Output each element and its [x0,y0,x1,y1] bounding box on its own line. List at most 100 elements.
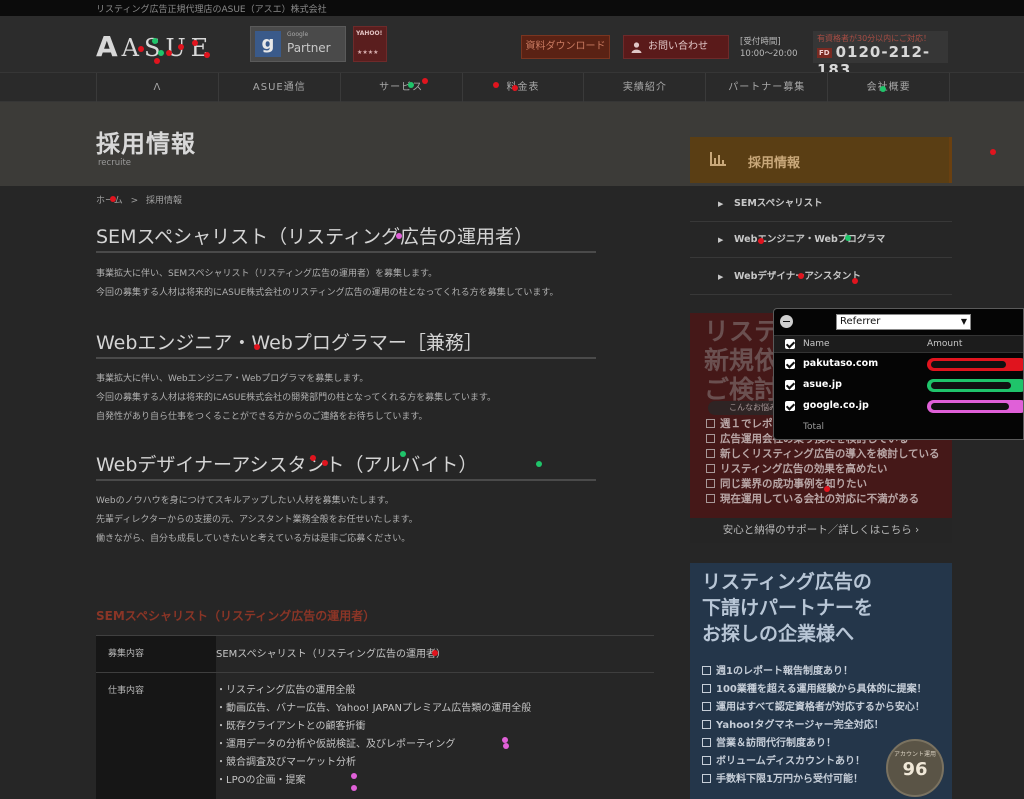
checklist-item: 同じ業界の成功事例を知りたい [706,477,940,492]
banner2-title-line: リスティング広告の [702,571,872,593]
heatmap-dot [310,455,316,461]
checklist-item-text: 営業＆訪問代行制度あり！ [716,738,836,749]
heatmap-dot [400,451,406,457]
heatmap-dot [824,486,830,492]
heatmap-dot [432,650,438,656]
paragraph-line: 事業拡大に伴い、SEMスペシャリスト（リスティング広告の運用者）を募集します。 [96,269,438,279]
breadcrumb-separator: > [130,196,139,206]
sidebar-link-web-engineer[interactable]: ▶ Webエンジニア・Webプログラマ [690,222,952,258]
checklist-item: 運用はすべて認定資格者が対応するから安心！ [702,699,927,717]
referrer-name: pakutaso.com [803,358,879,369]
phone-box[interactable]: 有資格者が30分以内にご対応！ FD 0120-212-183 [813,31,948,79]
nav-item-pricing[interactable]: 料金表 [461,73,584,102]
chevron-right-icon: ▶ [718,236,724,244]
contact-button[interactable]: お問い合わせ [623,35,729,59]
referrer-row: google.co.jp [774,396,1023,417]
select-all-checkbox[interactable] [785,339,795,349]
breadcrumb: ホーム > 採用情報 [96,193,182,206]
asue-mark-icon: Λ [153,82,162,93]
nav-item-partner[interactable]: パートナー募集 [705,73,827,102]
nav-item-works[interactable]: 実績紹介 [583,73,705,102]
logo-text: ASUE [121,34,214,62]
section-body-web-designer: Webのノウハウを身につけてスキルアップしたい人材を募集いたします。 先輩ディレ… [96,492,418,549]
sidebar-link-label: Webエンジニア・Webプログラマ [734,234,886,245]
referrer-amount-bar [927,379,1023,392]
referrer-name: google.co.jp [803,400,869,411]
chart-icon [710,152,726,166]
checklist-item-text: リスティング広告の効果を高めたい [720,463,888,475]
page-title: 採用情報 [96,130,196,158]
duty-item: ・LPOの企画・提案 [216,775,306,786]
checklist-item-text: 手数料下限1万円から受付可能！ [716,774,863,785]
heatmap-dot [990,149,996,155]
nav-home[interactable]: Λ [96,73,218,102]
metric-select[interactable]: Referrer ▼ [836,314,971,330]
google-partner-badge: g Google Partner [250,26,346,62]
page-subtitle: recruite [98,158,132,168]
banner2-title-line: 下請けパートナーを [702,597,874,619]
site-header: A ASUE g Google Partner YAHOO! ★★★★ 資料ダウン… [0,16,1024,79]
checklist-item: Yahoo!タグマネージャー完全対応！ [702,717,927,735]
heatmap-dot [408,82,414,88]
referrer-amount-fill [931,361,1006,368]
person-icon [631,42,642,53]
checklist-item: 新しくリスティング広告の導入を検討している [706,447,940,462]
section-divider [96,251,596,253]
checkbox-icon [706,494,715,503]
table-value-duties: ・リスティング広告の運用全般 ・動画広告、バナー広告、Yahoo! JAPANプ… [216,682,654,790]
yahoo-badge-line2: ★★★★ [357,49,379,56]
heatmap-dot [798,273,804,279]
checklist-item-text: Yahoo!タグマネージャー完全対応！ [716,720,884,731]
heatmap-dot [852,278,858,284]
banner1-footer-link[interactable]: 安心と納得のサポート／詳しくはこちら › [690,518,952,543]
referrer-name: asue.jp [803,379,842,390]
sidebar-link-web-designer[interactable]: ▶ Webデザイナーアシスタント [690,259,952,295]
nav-item-company[interactable]: 会社概要 [827,73,951,102]
checklist-item-text: 運用はすべて認定資格者が対応するから安心！ [716,702,925,713]
nav-item-asue-news[interactable]: ASUE通信 [217,73,340,102]
heatmap-dot [351,773,357,779]
referrer-row: pakutaso.com [774,354,1023,375]
paragraph-line: 自発性があり自ら仕事をつくることができる方からのご連絡をお待ちしています。 [96,412,428,422]
sidebar-link-label: SEMスペシャリスト [734,198,823,209]
referrer-checkbox[interactable] [785,359,795,369]
heatmap-dot [158,50,164,56]
sidebar-link-sem[interactable]: ▶ SEMスペシャリスト [690,186,952,222]
duty-item: ・リスティング広告の運用全般 [216,685,356,696]
checkbox-icon [702,684,711,693]
checkbox-icon [706,479,715,488]
breadcrumb-current: 採用情報 [146,196,183,206]
heatmap-dot [351,785,357,791]
referrer-checkbox[interactable] [785,401,795,411]
download-button[interactable]: 資料ダウンロード [521,35,610,59]
checkbox-icon [706,464,715,473]
referrer-total-label: Total [803,422,825,432]
checkbox-icon [702,666,711,675]
paragraph-line: 先輩ディレクターからの支援の元、アシスタント業務全般をお任せいたします。 [96,515,418,525]
yahoo-partner-badge: YAHOO! ★★★★ [353,26,387,62]
heatmap-dot [493,82,499,88]
checklist-item-text: 現在運用している会社の対応に不満がある [720,493,920,505]
yahoo-badge-line1: YAHOO! [356,30,383,37]
column-header-amount: Amount [927,339,963,349]
rate-badge-label: アカウント運用 [893,751,936,758]
table-label-recruitment: 募集内容 [96,636,216,672]
referrer-checkbox[interactable] [785,380,795,390]
collapse-icon[interactable] [780,315,793,328]
heatmap-dot [845,235,851,241]
checkbox-icon [702,756,711,765]
job-table: 募集内容 SEMスペシャリスト（リスティング広告の運用者） 仕事内容 ・リスティ… [96,635,654,799]
table-label-duties: 仕事内容 [96,673,216,799]
section-heading-web-designer: Webデザイナーアシスタント（アルバイト） [96,454,478,476]
checkbox-icon [706,449,715,458]
nav-item-service[interactable]: サービス [339,73,462,102]
dropdown-arrow-icon: ▼ [960,317,967,326]
heatmap-dot [422,78,428,84]
partner-banner[interactable]: リスティング広告の 下請けパートナーを お探しの企業様へ 週1のレポート報告制度… [690,563,952,799]
checklist-item: 現在運用している会社の対応に不満がある [706,492,940,507]
checkbox-icon [702,720,711,729]
referrer-row: asue.jp [774,375,1023,396]
duty-item: ・既存クライアントとの顧客折衝 [216,721,366,732]
top-strip: リスティング広告正規代理店のASUE（アスエ）株式会社 [0,0,1024,16]
section-divider [96,479,596,481]
